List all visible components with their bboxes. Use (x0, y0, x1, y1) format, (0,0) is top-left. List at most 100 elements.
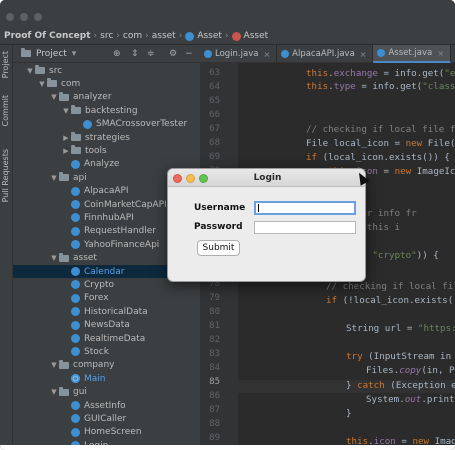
line-number: 68 (209, 138, 220, 149)
code-line: this.type = info.get("class"). (306, 81, 455, 92)
tree-file[interactable]: RealtimeData (13, 332, 200, 345)
expand-all-icon[interactable]: ⇕ (131, 49, 139, 59)
tree-item-label: SMACrossoverTester (96, 119, 188, 130)
java-class-icon (71, 401, 80, 410)
tree-item-label: strategies (85, 132, 130, 143)
tree-file[interactable]: GUICaller (13, 412, 200, 425)
tree-folder[interactable]: ▼ company (13, 359, 200, 372)
username-label: Username (194, 203, 246, 213)
chevron-down-icon[interactable]: ▾ (72, 49, 77, 59)
text-caret (258, 204, 259, 212)
tool-tab-commit[interactable]: Commit (1, 95, 10, 126)
dialog-minimize-button[interactable] (186, 174, 195, 183)
close-tab-icon[interactable]: × (360, 50, 367, 59)
project-folder-icon (21, 48, 31, 57)
breadcrumb-separator: › (224, 31, 229, 41)
line-number: 65 (209, 96, 220, 107)
tool-tab-pull-requests[interactable]: Pull Requests (1, 149, 10, 202)
tree-item-label: Crypto (84, 279, 115, 290)
java-class-icon (377, 49, 386, 57)
breadcrumb-asset-package[interactable]: asset (152, 31, 176, 41)
tree-folder[interactable]: ▼ gui (13, 386, 200, 399)
breadcrumb-src[interactable]: src (100, 31, 113, 41)
close-window-button[interactable] (6, 13, 14, 21)
chevron-down-icon[interactable]: ▼ (61, 107, 71, 115)
username-input[interactable] (254, 201, 356, 215)
code-line: // checking if local file for (306, 124, 455, 135)
close-tab-icon[interactable]: × (263, 50, 270, 59)
login-dialog: Login Username Password (167, 168, 366, 282)
tree-folder[interactable]: ▼ backtesting (13, 104, 200, 117)
tree-item-label: HistoricalData (84, 306, 148, 317)
code-line: if (!local_icon.exists()) { (326, 295, 455, 306)
gear-icon[interactable]: ⚙ (169, 49, 177, 59)
folder-icon (47, 78, 57, 88)
tree-file[interactable]: SMACrossoverTester (13, 118, 200, 131)
tree-file[interactable]: Main (13, 372, 200, 385)
chevron-down-icon[interactable]: ▼ (49, 254, 59, 262)
java-class-icon (71, 226, 80, 236)
breadcrumb-separator: › (93, 31, 98, 41)
chevron-down-icon[interactable]: ▼ (49, 361, 59, 369)
tree-file[interactable]: Stock (13, 345, 200, 358)
dialog-close-button[interactable] (173, 174, 182, 183)
editor-tab[interactable]: Login.java × (200, 45, 278, 63)
class-icon (185, 31, 195, 41)
editor-tab-label: AlpacaAPI.java (292, 49, 355, 59)
submit-button[interactable]: Submit (197, 240, 240, 256)
tree-item-label: Stock (84, 346, 109, 357)
chevron-right-icon[interactable]: ▶ (61, 134, 71, 142)
line-number: 79 (209, 292, 220, 303)
tree-file[interactable]: HomeScreen (13, 426, 200, 439)
hide-panel-icon[interactable]: − (185, 49, 193, 59)
project-view-label[interactable]: Project (36, 49, 67, 59)
folder-icon (59, 359, 69, 369)
tree-file[interactable]: Forex (13, 292, 200, 305)
tree-folder[interactable]: ▶ tools (13, 144, 200, 157)
tree-item-label: Calendar (84, 266, 125, 277)
target-icon[interactable]: ⊕ (113, 49, 121, 59)
tree-item-label: api (73, 172, 87, 183)
tree-item-label: Main (84, 373, 106, 384)
breadcrumb-project[interactable]: Proof Of Concept (4, 31, 91, 41)
folder-icon (59, 386, 69, 396)
editor-tab-label: Login.java (215, 49, 259, 59)
editor-tab[interactable]: AlpacaAPI.java × (277, 45, 374, 63)
tree-file[interactable]: AssetInfo (13, 399, 200, 412)
tree-item-label: backtesting (85, 105, 138, 116)
chevron-down-icon[interactable]: ▼ (37, 80, 47, 88)
minimize-window-button[interactable] (20, 13, 28, 21)
dialog-zoom-button[interactable] (199, 174, 208, 183)
tree-folder[interactable]: ▼ src (13, 64, 200, 77)
java-class-icon (71, 200, 80, 209)
editor-tab[interactable]: HomeS (451, 45, 455, 63)
project-panel-header: Project ▾ ⊕ ⇕ ≑ ⚙ − (13, 45, 200, 63)
editor-tab[interactable]: Asset.java × (373, 45, 451, 63)
chevron-down-icon[interactable]: ▼ (49, 93, 59, 101)
tree-folder[interactable]: ▼ analyzer (13, 91, 200, 104)
chevron-down-icon[interactable]: ▼ (49, 174, 59, 182)
tool-tab-project[interactable]: Project (1, 51, 10, 78)
collapse-all-icon[interactable]: ≑ (147, 49, 155, 59)
chevron-right-icon[interactable]: ▶ (61, 147, 71, 155)
tree-item-label: RequestHandler (84, 226, 156, 237)
zoom-window-button[interactable] (34, 13, 42, 21)
password-input[interactable] (254, 221, 356, 234)
tree-item-label: YahooFinanceApi (84, 239, 160, 250)
breadcrumb-separator: › (178, 31, 183, 41)
tree-file[interactable]: HistoricalData (13, 305, 200, 318)
breadcrumb-asset-member[interactable]: Asset (244, 31, 269, 41)
breadcrumb-asset-class[interactable]: Asset (197, 31, 222, 41)
line-number: 86 (209, 391, 220, 402)
java-class-icon (71, 414, 80, 424)
tree-item-label: FinnhubAPI (84, 212, 134, 223)
tree-file[interactable]: NewsData (13, 319, 200, 332)
chevron-down-icon[interactable]: ▼ (49, 388, 59, 396)
line-number: 80 (209, 306, 220, 317)
close-tab-icon[interactable]: × (437, 49, 444, 58)
tree-item-label: AssetInfo (84, 400, 126, 411)
tree-folder[interactable]: ▶ strategies (13, 131, 200, 144)
breadcrumb-com[interactable]: com (123, 31, 142, 41)
chevron-down-icon[interactable]: ▼ (25, 67, 35, 75)
tree-folder[interactable]: ▼ com (13, 77, 200, 90)
